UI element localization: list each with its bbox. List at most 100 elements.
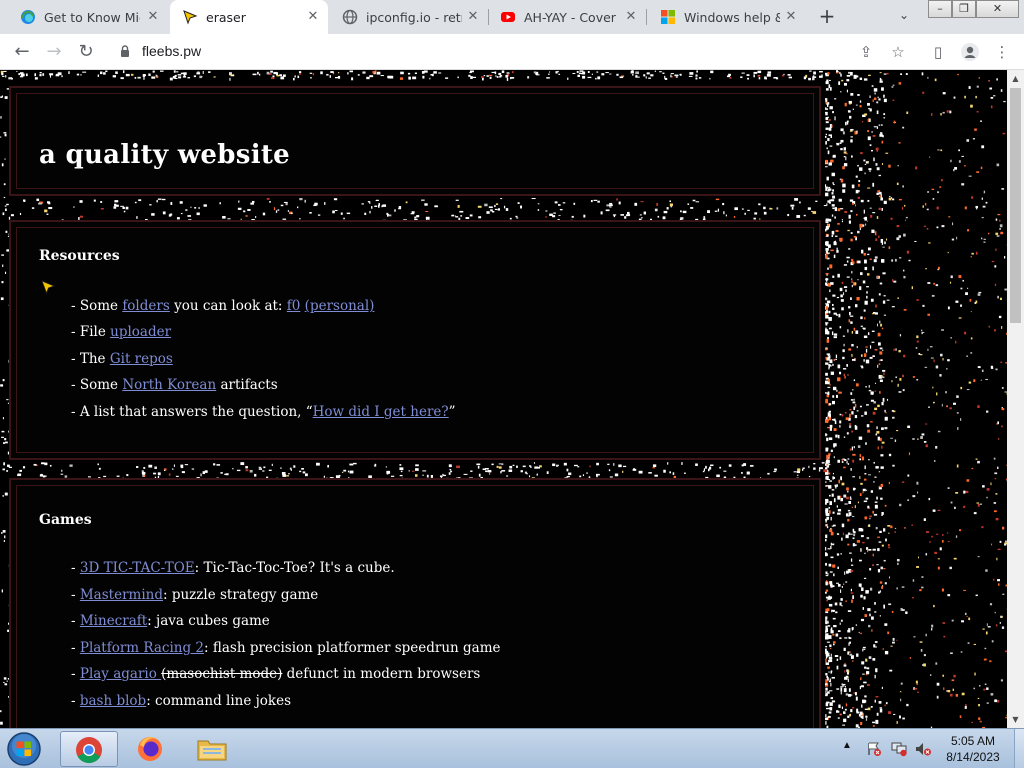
item-text: - [71, 613, 80, 629]
profile-avatar-icon[interactable] [960, 42, 980, 62]
bookmark-star-icon[interactable]: ☆ [888, 42, 908, 62]
list-item: - The Git repos [71, 351, 173, 367]
page-viewport: a quality website Resources - Some folde… [0, 70, 1007, 728]
tab-title: Windows help & l [684, 9, 780, 25]
item-text: : command line jokes [146, 693, 292, 709]
mouse-cursor-icon [41, 280, 55, 294]
item-text: : Tic-Tac-Toc-Toe? It's a cube. [194, 560, 395, 576]
youtube-icon [501, 12, 515, 22]
windows-taskbar: ▲ 5:05 AM 8/14/2023 [0, 728, 1024, 768]
item-text: artifacts [216, 377, 278, 393]
back-button[interactable]: ← [10, 40, 34, 64]
minimize-button[interactable]: – [928, 0, 952, 18]
site-title: a quality website [39, 140, 291, 170]
close-icon[interactable]: ✕ [306, 10, 320, 24]
item-text: defunct in modern browsers [282, 666, 481, 682]
show-hidden-icons-icon[interactable]: ▲ [842, 740, 852, 768]
bash-blob-link[interactable]: bash blob [80, 693, 146, 709]
restore-button[interactable]: ❐ [952, 0, 976, 18]
tab-search-chevron-icon[interactable]: ⌄ [896, 8, 912, 24]
list-item: - Some North Korean artifacts [71, 377, 278, 393]
tab-title: AH-YAY - Cover b [524, 9, 620, 25]
show-desktop-button[interactable] [1014, 729, 1024, 768]
list-item: - A list that answers the question, “How… [71, 404, 456, 420]
tab-separator [646, 9, 647, 25]
games-panel: Games - 3D TIC-TAC-TOE: Tic-Tac-Toc-Toe?… [9, 478, 821, 728]
menu-kebab-icon[interactable]: ⋮ [992, 42, 1012, 62]
url-text: fleebs.pw [142, 43, 202, 59]
tab-eraser[interactable]: eraser ✕ [170, 0, 328, 34]
how-did-i-get-here-link[interactable]: How did I get here? [313, 404, 449, 420]
browser-toolbar: ← → ↻ fleebs.pw ⇪ ☆ ▯ ⋮ [0, 34, 1024, 70]
resources-panel: Resources - Some folders you can look at… [9, 220, 821, 460]
uploader-link[interactable]: uploader [110, 324, 171, 340]
platform-racing-2-link[interactable]: Platform Racing 2 [80, 640, 204, 656]
item-text: ” [448, 404, 456, 420]
lock-icon [121, 45, 129, 57]
scroll-up-arrow-icon[interactable]: ▲ [1007, 70, 1024, 87]
file-explorer-icon [197, 740, 227, 761]
title-panel: a quality website [9, 86, 821, 196]
taskbar-chrome[interactable] [60, 731, 118, 767]
item-text: : puzzle strategy game [162, 587, 319, 603]
item-text: - Some [71, 377, 123, 393]
taskbar-firefox[interactable] [122, 731, 180, 767]
list-item: - File uploader [71, 324, 171, 340]
resources-heading: Resources [39, 248, 120, 264]
minecraft-link[interactable]: Minecraft [80, 613, 147, 629]
tab-ipconfig[interactable]: ipconfig.io - retrie ✕ [330, 0, 488, 34]
personal-link[interactable]: (personal) [305, 298, 375, 314]
git-repos-link[interactable]: Git repos [110, 351, 173, 367]
taskbar-file-explorer[interactable] [184, 731, 242, 767]
play-agario-link[interactable]: Play agario [80, 666, 161, 682]
scroll-down-arrow-icon[interactable]: ▼ [1007, 711, 1024, 728]
close-window-button[interactable]: ✕ [976, 0, 1019, 18]
start-button[interactable] [4, 730, 44, 768]
cursor-favicon-icon [183, 10, 198, 25]
list-item: - bash blob: command line jokes [71, 693, 291, 709]
new-tab-button[interactable]: + [816, 5, 838, 27]
side-panel-icon[interactable]: ▯ [928, 42, 948, 62]
volume-muted-icon[interactable] [914, 741, 932, 757]
f0-link[interactable]: f0 [287, 298, 301, 314]
list-item: - Minecraft: java cubes game [71, 613, 270, 629]
item-text: - A list that answers the question, “ [71, 404, 313, 420]
tab-strip: Get to Know Micr ✕ eraser ✕ ipconfig.io … [0, 0, 1024, 34]
action-center-flag-icon[interactable] [866, 741, 882, 757]
list-item: - Mastermind: puzzle strategy game [71, 587, 318, 603]
clock[interactable]: 5:05 AM 8/14/2023 [938, 729, 1008, 768]
firefox-icon [138, 737, 162, 761]
close-icon[interactable]: ✕ [466, 10, 480, 24]
close-icon[interactable]: ✕ [146, 10, 160, 24]
item-text: - [71, 587, 80, 603]
item-text: - The [71, 351, 110, 367]
chrome-icon [76, 737, 102, 764]
tab-ah-yay[interactable]: AH-YAY - Cover b ✕ [488, 0, 646, 34]
forward-button[interactable]: → [42, 40, 66, 64]
item-text: : flash precision platformer speedrun ga… [204, 640, 501, 656]
item-text: - Some [71, 298, 123, 314]
page-scrollbar[interactable]: ▲ ▼ [1007, 70, 1024, 728]
share-icon[interactable]: ⇪ [856, 42, 876, 62]
north-korean-link[interactable]: North Korean [122, 377, 216, 393]
edge-icon [21, 10, 35, 24]
mastermind-link[interactable]: Mastermind [80, 587, 163, 603]
item-text: - [71, 666, 80, 682]
address-bar[interactable]: fleebs.pw [108, 38, 888, 66]
tab-title: eraser [206, 9, 246, 25]
3d-tic-tac-toe-link[interactable]: 3D TIC-TAC-TOE [80, 560, 195, 576]
network-icon[interactable] [890, 741, 908, 757]
games-heading: Games [39, 512, 92, 528]
close-icon[interactable]: ✕ [784, 10, 798, 24]
reload-button[interactable]: ↻ [74, 40, 98, 64]
folders-link[interactable]: folders [122, 298, 169, 314]
tab-get-to-know-microsoft[interactable]: Get to Know Micr ✕ [8, 0, 168, 34]
scrollbar-thumb[interactable] [1010, 88, 1021, 323]
item-text: - [71, 640, 80, 656]
tab-title: Get to Know Micr [44, 9, 140, 25]
list-item: - Play agario (masochist mode) defunct i… [71, 666, 480, 682]
close-icon[interactable]: ✕ [624, 10, 638, 24]
tab-windows-help[interactable]: Windows help & l ✕ [648, 0, 806, 34]
tab-title: ipconfig.io - retrie [366, 9, 462, 25]
microsoft-icon [661, 10, 675, 24]
